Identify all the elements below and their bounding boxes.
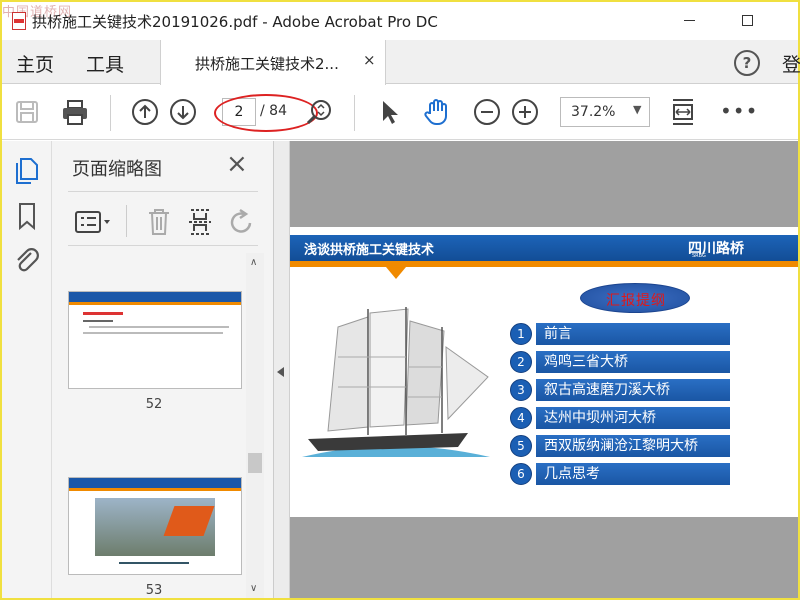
panel-divider (68, 191, 258, 192)
thumbnail-text-line (83, 332, 223, 334)
agenda-item: 3 叙古高速磨刀溪大桥 (510, 379, 730, 401)
agenda-item: 6 几点思考 (510, 463, 730, 485)
delete-icon[interactable] (146, 207, 172, 237)
agenda-number: 5 (510, 435, 532, 457)
zoom-search-icon[interactable] (304, 97, 334, 127)
agenda-text: 前言 (536, 323, 730, 345)
thumbnail-stripe (69, 488, 241, 491)
fit-page-icon[interactable] (668, 97, 698, 127)
menu-tools[interactable]: 工具 (86, 50, 124, 77)
scroll-up-icon[interactable]: ∧ (250, 257, 257, 268)
agenda-text: 达州中坝州河大桥 (536, 407, 730, 429)
zoom-level-select[interactable]: 37.2% ▼ (560, 97, 650, 127)
slide-notch (386, 267, 406, 279)
thumbnail-caption (119, 562, 189, 564)
panel-divider (68, 245, 258, 246)
pdf-page: 浅谈拱桥施工关键技术 四川路桥 SRBG 汇报提纲 1 前言 2 鸡鸣三省大桥 (290, 227, 798, 517)
toolbar-separator (354, 95, 355, 131)
menu-home[interactable]: 主页 (16, 50, 54, 77)
chevron-down-icon: ▼ (633, 103, 642, 116)
agenda-item: 2 鸡鸣三省大桥 (510, 351, 730, 373)
agenda-text: 鸡鸣三省大桥 (536, 351, 730, 373)
rotate-icon[interactable] (228, 207, 256, 237)
help-icon[interactable]: ? (734, 50, 760, 76)
bookmark-icon[interactable] (15, 201, 39, 231)
title-bar: 中国道桥网 拱桥施工关键技术20191026.pdf - Adobe Acrob… (2, 2, 798, 40)
thumbnail-text-line (89, 326, 229, 328)
toolbar-separator (110, 95, 111, 131)
attachment-icon[interactable] (13, 245, 41, 275)
hand-tool-icon[interactable] (422, 97, 452, 127)
window-title: 拱桥施工关键技术20191026.pdf - Adobe Acrobat Pro… (32, 13, 438, 31)
sign-in-link[interactable]: 登 (782, 50, 800, 77)
agenda-number: 3 (510, 379, 532, 401)
thumbnail-stripe (69, 302, 241, 305)
thumbnail-scrollbar[interactable]: ∧ ∨ (246, 253, 264, 598)
select-arrow-icon[interactable] (374, 97, 404, 127)
zoom-out-icon[interactable] (472, 97, 502, 127)
zoom-in-icon[interactable] (510, 97, 540, 127)
agenda-text: 西双版纳澜沧江黎明大桥 (536, 435, 730, 457)
brand-logo-sub: SRBG (692, 253, 706, 259)
outline-title-badge: 汇报提纲 (580, 283, 690, 313)
print-icon[interactable] (60, 97, 90, 127)
thumbnail-text-line (83, 320, 113, 322)
close-panel-button[interactable]: × (226, 149, 248, 179)
panel-title: 页面缩略图 (72, 159, 162, 180)
thumbnail-label-52: 52 (145, 397, 163, 412)
save-icon[interactable] (12, 97, 42, 127)
agenda-number: 2 (510, 351, 532, 373)
thumbnail-label-53: 53 (145, 583, 163, 598)
agenda-number: 1 (510, 323, 532, 345)
pdf-file-icon (12, 12, 26, 30)
next-page-icon[interactable] (168, 97, 198, 127)
highlight-annotation (214, 94, 318, 132)
zoom-value: 37.2% (571, 104, 616, 120)
menu-bar: 主页 工具 拱桥施工关键技术2... × ? 登 (2, 40, 800, 85)
agenda-text: 几点思考 (536, 463, 730, 485)
navigation-rail (2, 141, 52, 598)
document-viewer[interactable]: 浅谈拱桥施工关键技术 四川路桥 SRBG 汇报提纲 1 前言 2 鸡鸣三省大桥 (290, 141, 798, 598)
tools-separator (126, 205, 127, 237)
thumbnail-header (69, 292, 241, 302)
more-tools-button[interactable]: ••• (720, 99, 758, 123)
agenda-number: 6 (510, 463, 532, 485)
thumbnail-header (69, 478, 241, 488)
pages-icon[interactable] (13, 155, 41, 185)
minimize-button[interactable] (684, 20, 695, 21)
prev-page-icon[interactable] (130, 97, 160, 127)
document-tab[interactable]: 拱桥施工关键技术2... × (160, 40, 386, 85)
agenda-item: 5 西双版纳澜沧江黎明大桥 (510, 435, 730, 457)
document-tab-label: 拱桥施工关键技术2... (195, 55, 339, 73)
slide-title: 浅谈拱桥施工关键技术 (304, 243, 435, 258)
agenda-number: 4 (510, 407, 532, 429)
page-thumbnail-53[interactable] (68, 477, 242, 575)
thumbnail-text-line (83, 312, 123, 315)
scrollbar-thumb[interactable] (248, 453, 262, 473)
insert-page-icon[interactable] (186, 207, 214, 237)
slide-header: 浅谈拱桥施工关键技术 四川路桥 SRBG (290, 235, 798, 261)
collapse-left-icon[interactable] (277, 367, 284, 377)
outline-title: 汇报提纲 (606, 293, 666, 309)
thumbnail-tools (68, 201, 258, 241)
slide-orange-stripe (290, 261, 798, 267)
thumbnail-panel: 页面缩略图 × 52 53 ∧ ∨ (52, 141, 274, 598)
close-tab-button[interactable]: × (363, 51, 376, 69)
page-thumbnail-52[interactable] (68, 291, 242, 389)
options-menu-icon[interactable] (74, 209, 114, 235)
agenda-text: 叙古高速磨刀溪大桥 (536, 379, 730, 401)
toolbar: 2 / 84 37.2% ▼ ••• (2, 85, 798, 140)
agenda-item: 4 达州中坝州河大桥 (510, 407, 730, 429)
agenda-item: 1 前言 (510, 323, 730, 345)
sailing-ship-image (302, 307, 490, 457)
scroll-down-icon[interactable]: ∨ (250, 583, 257, 594)
panel-collapse-strip[interactable] (274, 141, 290, 598)
maximize-button[interactable] (742, 15, 753, 26)
